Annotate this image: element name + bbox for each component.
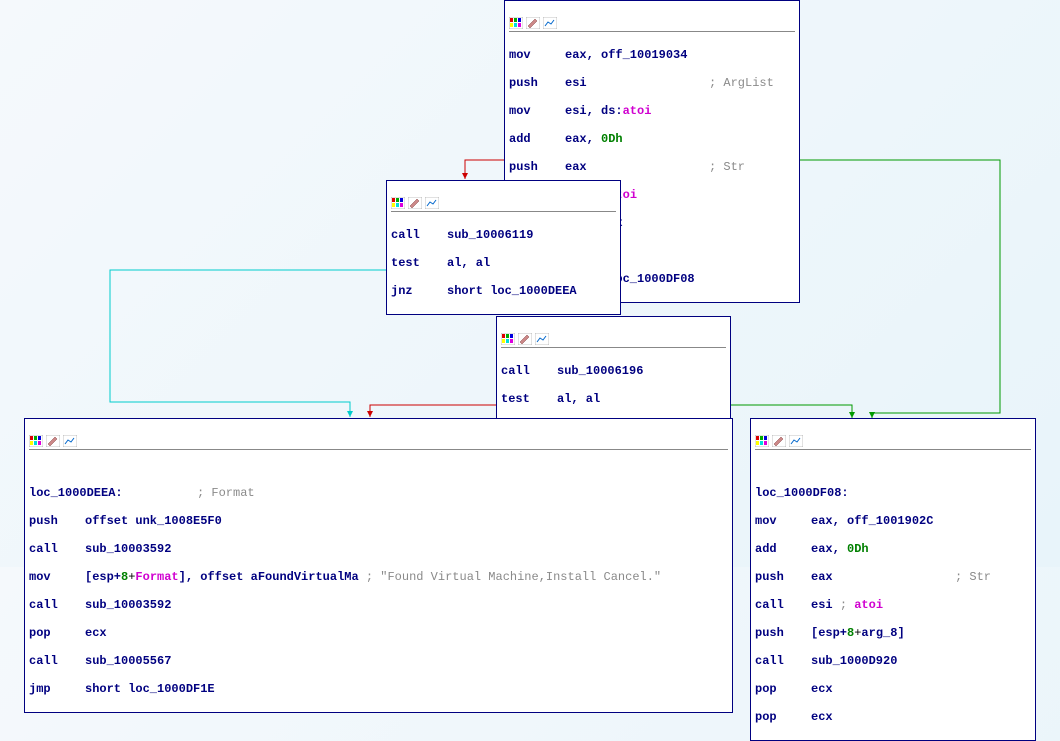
chart-icon xyxy=(543,17,557,29)
edit-icon xyxy=(518,333,532,345)
disasm-block-4[interactable]: loc_1000DEEA:; Format pushoffset unk_100… xyxy=(24,418,733,713)
asm-label: loc_1000DF08: xyxy=(755,486,1031,500)
block-toolbar xyxy=(501,333,726,348)
edit-icon xyxy=(772,435,786,447)
chart-icon xyxy=(425,197,439,209)
disasm-block-5[interactable]: loc_1000DF08: moveax, off_1001902C addea… xyxy=(750,418,1036,741)
asm-line: callsub_10006196 xyxy=(501,364,726,378)
asm-line: popecx xyxy=(755,710,1031,724)
block-toolbar xyxy=(755,435,1031,450)
asm-line: moveax, off_1001902C xyxy=(755,514,1031,528)
asm-line: callsub_10005567 xyxy=(29,654,728,668)
block-toolbar xyxy=(29,435,728,450)
chart-icon xyxy=(789,435,803,447)
asm-line: pushesi; ArgList xyxy=(509,76,795,90)
asm-line: popecx xyxy=(29,626,728,640)
asm-line: addeax, 0Dh xyxy=(755,542,1031,556)
asm-line: testal, al xyxy=(501,392,726,406)
color-grid-icon xyxy=(509,17,523,29)
edit-icon xyxy=(526,17,540,29)
asm-line: callsub_10006119 xyxy=(391,228,616,242)
asm-line: pusheax; Str xyxy=(755,570,1031,584)
asm-line: callsub_10003592 xyxy=(29,598,728,612)
asm-line: mov[esp+8+Format], offset aFoundVirtualM… xyxy=(29,570,728,584)
asm-line: pushoffset unk_1008E5F0 xyxy=(29,514,728,528)
edit-icon xyxy=(408,197,422,209)
asm-line: callsub_10003592 xyxy=(29,542,728,556)
chart-icon xyxy=(63,435,77,447)
asm-line: moveax, off_10019034 xyxy=(509,48,795,62)
color-grid-icon xyxy=(29,435,43,447)
asm-line: pusheax; Str xyxy=(509,160,795,174)
block-toolbar xyxy=(391,197,616,212)
asm-line: push[esp+8+arg_8] xyxy=(755,626,1031,640)
asm-line: callesi ; atoi xyxy=(755,598,1031,612)
asm-line: addeax, 0Dh xyxy=(509,132,795,146)
asm-line: callsub_1000D920 xyxy=(755,654,1031,668)
block-toolbar xyxy=(509,17,795,32)
asm-line: testal, al xyxy=(391,256,616,270)
asm-line: movesi, ds:atoi xyxy=(509,104,795,118)
asm-label: loc_1000DEEA:; Format xyxy=(29,486,728,500)
disasm-block-2[interactable]: callsub_10006119 testal, al jnzshort loc… xyxy=(386,180,621,315)
chart-icon xyxy=(535,333,549,345)
asm-line: jmpshort loc_1000DF1E xyxy=(29,682,728,696)
asm-line: jnzshort loc_1000DEEA xyxy=(391,284,616,298)
color-grid-icon xyxy=(391,197,405,209)
edit-icon xyxy=(46,435,60,447)
asm-line: popecx xyxy=(755,682,1031,696)
color-grid-icon xyxy=(501,333,515,345)
color-grid-icon xyxy=(755,435,769,447)
